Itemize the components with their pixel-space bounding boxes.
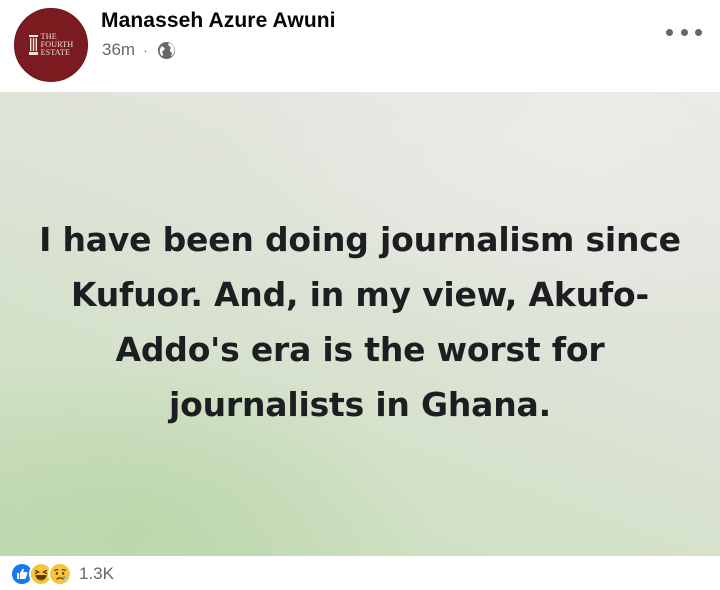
pillar-icon	[28, 35, 38, 55]
globe-icon[interactable]	[157, 41, 176, 60]
post-text: I have been doing journalism since Kufuo…	[39, 220, 681, 424]
avatar[interactable]: THE FOURTH ESTATE	[14, 8, 88, 82]
dot	[666, 28, 673, 36]
post-meta: 36m ·	[102, 40, 176, 60]
dot	[680, 28, 688, 36]
author-name[interactable]: Manasseh Azure Awuni	[101, 9, 336, 33]
reactions-summary[interactable]: 1.3K	[10, 562, 114, 586]
sad-reaction-icon	[48, 562, 72, 586]
avatar-text: THE FOURTH ESTATE	[41, 33, 74, 57]
fourth-estate-logo: THE FOURTH ESTATE	[28, 33, 74, 57]
reaction-count[interactable]: 1.3K	[79, 564, 114, 584]
more-options-icon[interactable]	[666, 22, 702, 42]
post-text-background[interactable]: I have been doing journalism since Kufuo…	[0, 92, 720, 556]
meta-separator: ·	[143, 42, 148, 58]
avatar-line-3: ESTATE	[40, 48, 71, 57]
post-timestamp[interactable]: 36m	[102, 40, 135, 60]
post-header: THE FOURTH ESTATE Manasseh Azure Awuni 3…	[0, 0, 720, 92]
dot	[695, 28, 702, 36]
